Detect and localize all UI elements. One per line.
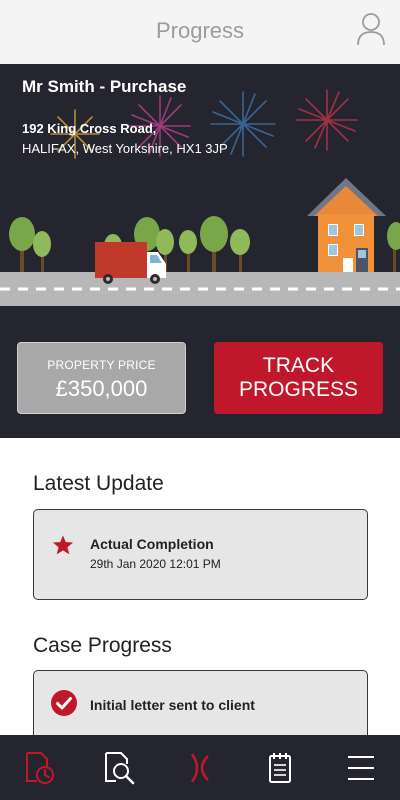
celebration-scene-illustration bbox=[0, 89, 400, 306]
track-progress-line2: PROGRESS bbox=[238, 378, 359, 401]
page-title: Progress bbox=[155, 18, 245, 43]
document-search-icon[interactable] bbox=[101, 750, 137, 786]
property-price-card: PROPERTY PRICE £350,000 bbox=[17, 342, 186, 414]
property-price-value: £350,000 bbox=[55, 376, 148, 401]
clock-document-icon[interactable] bbox=[21, 750, 57, 786]
bottom-navigation bbox=[0, 735, 400, 800]
notepad-icon[interactable] bbox=[262, 750, 298, 786]
latest-update-timestamp: 29th Jan 2020 12:01 PM bbox=[90, 557, 221, 571]
app-header: Progress bbox=[0, 0, 400, 64]
property-address-line2: HALIFAX, West Yorkshire, HX1 3JP bbox=[22, 141, 228, 156]
case-progress-heading: Case Progress bbox=[33, 634, 172, 657]
latest-update-card[interactable]: Actual Completion 29th Jan 2020 12:01 PM bbox=[33, 509, 368, 600]
track-progress-button[interactable]: TRACK PROGRESS bbox=[214, 342, 383, 414]
user-icon[interactable] bbox=[356, 12, 386, 46]
case-hero: Mr Smith - Purchase 192 King Cross Road,… bbox=[0, 64, 400, 438]
delivery-van-illustration bbox=[95, 242, 166, 284]
latest-update-event: Actual Completion bbox=[90, 536, 214, 552]
menu-icon[interactable] bbox=[343, 750, 379, 786]
check-circle-icon bbox=[51, 690, 77, 716]
case-progress-step-label: Initial letter sent to client bbox=[90, 697, 255, 713]
track-progress-line1: TRACK bbox=[262, 354, 335, 377]
latest-update-heading: Latest Update bbox=[33, 472, 164, 495]
road-illustration bbox=[0, 272, 400, 306]
house-illustration bbox=[307, 178, 386, 272]
property-price-label: PROPERTY PRICE bbox=[47, 358, 156, 372]
brand-logo-icon[interactable] bbox=[182, 750, 218, 786]
property-address-line1: 192 King Cross Road, bbox=[22, 121, 157, 136]
case-title: Mr Smith - Purchase bbox=[22, 77, 187, 96]
star-icon bbox=[52, 535, 74, 555]
